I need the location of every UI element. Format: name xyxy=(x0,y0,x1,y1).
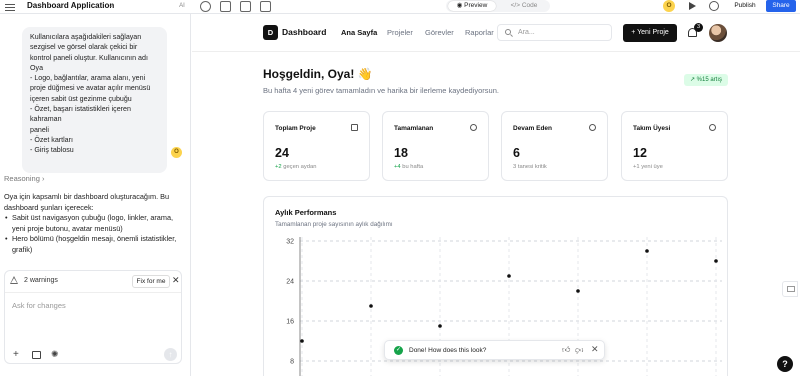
list-item: Hero bölümü (hoşgeldin mesajı, önemli is… xyxy=(4,234,186,255)
nav-link-tasks[interactable]: Görevler xyxy=(425,28,454,37)
fullscreen-icon[interactable] xyxy=(260,1,271,12)
tab-code[interactable]: </> Code xyxy=(504,1,544,11)
y-tick-label: 8 xyxy=(290,359,294,366)
share-button[interactable]: Share xyxy=(766,0,796,12)
nav-link-reports[interactable]: Raporlar xyxy=(465,28,494,37)
gear-icon[interactable] xyxy=(709,1,719,11)
stat-card-in-progress: Devam Eden 6 3 tanesi kritik xyxy=(501,111,608,181)
notification-badge: 3 xyxy=(694,23,703,32)
data-point[interactable] xyxy=(507,274,511,278)
code-icon: </> xyxy=(510,2,522,9)
folder-icon xyxy=(351,124,358,131)
fix-for-me-button[interactable]: Fix for me xyxy=(132,275,170,288)
trend-badge: ↗ %15 artış xyxy=(684,74,728,86)
list-item: Sabit üst navigasyon çubuğu (logo, linkl… xyxy=(4,213,186,234)
chart-subtitle: Tamamlanan proje sayısının aylık dağılım… xyxy=(275,221,393,228)
hero-subtitle: Bu hafta 4 yeni görev tamamladın ve hari… xyxy=(263,86,499,95)
tab-preview[interactable]: ◉ Preview xyxy=(448,1,496,11)
ai-badge: AI xyxy=(179,3,185,9)
reply-intro: Oya için kapsamlı bir dashboard oluştura… xyxy=(4,192,170,212)
logo-text[interactable]: Dashboard xyxy=(282,27,326,37)
data-point[interactable] xyxy=(300,339,304,343)
page-title: Hoşgeldin, Oya! 👋 xyxy=(263,67,373,81)
chevron-down-icon[interactable]: ⌄ xyxy=(108,1,114,9)
thumbs-down-icon[interactable]: 👍︎ xyxy=(575,345,583,355)
preview-pane: D Dashboard Ana Sayfa Projeler Görevler … xyxy=(192,14,800,376)
data-point[interactable] xyxy=(645,249,649,253)
y-tick-label: 16 xyxy=(286,319,294,326)
layout-icon[interactable] xyxy=(240,1,251,12)
close-icon[interactable]: ✕ xyxy=(591,344,599,355)
user-avatar[interactable]: O xyxy=(663,0,675,12)
feedback-toast: ✓ Done! How does this look? 👍︎ 👍︎ ✕ xyxy=(384,340,605,360)
close-icon[interactable]: ✕ xyxy=(172,275,180,286)
stat-card-total-projects: Toplam Proje 24 +2 geçen aydan xyxy=(263,111,370,181)
stat-card-completed: Tamamlanan 18 +4 bu hafta xyxy=(382,111,489,181)
chat-panel: Kullanıcılara aşağıdakileri sağlayan sez… xyxy=(0,14,191,376)
warnings-bar: 2 warnings Fix for me ✕ xyxy=(5,271,181,293)
reasoning-toggle[interactable]: Reasoning › xyxy=(4,174,44,183)
play-icon[interactable] xyxy=(689,2,696,10)
data-point[interactable] xyxy=(714,259,718,263)
send-button[interactable]: ↑ xyxy=(164,348,177,361)
toast-message: Done! How does this look? xyxy=(409,347,487,354)
publish-button[interactable]: Publish xyxy=(730,0,760,12)
data-point[interactable] xyxy=(438,324,442,328)
top-bar: Dashboard Application ⌄ AI ◉ Preview </>… xyxy=(0,0,800,14)
sparkle-icon[interactable]: ✺ xyxy=(51,349,59,360)
check-circle-icon xyxy=(470,124,477,131)
chart-title: Aylık Performans xyxy=(275,208,337,217)
app-title[interactable]: Dashboard Application xyxy=(27,1,114,10)
check-icon: ✓ xyxy=(394,346,403,355)
assistant-reply: Oya için kapsamlı bir dashboard oluştura… xyxy=(4,192,186,255)
y-tick-label: 32 xyxy=(286,239,294,246)
warnings-label[interactable]: 2 warnings xyxy=(24,277,58,284)
clock-icon xyxy=(589,124,596,131)
reply-list: Sabit üst navigasyon çubuğu (logo, linkl… xyxy=(4,213,186,255)
sidebar-toggle-icon[interactable] xyxy=(5,2,15,11)
mail-icon xyxy=(787,286,795,292)
window-icon[interactable] xyxy=(220,1,231,12)
y-tick-label: 24 xyxy=(286,279,294,286)
thumbs-up-icon[interactable]: 👍︎ xyxy=(562,345,570,355)
data-point[interactable] xyxy=(369,304,373,308)
chat-input[interactable]: Ask for changes xyxy=(12,301,66,310)
stat-card-team-members: Takım Üyesi 12 +1 yeni üye xyxy=(621,111,728,181)
plus-icon[interactable]: + xyxy=(13,350,19,360)
book-icon[interactable] xyxy=(32,351,41,359)
avatar[interactable] xyxy=(709,24,727,42)
side-panel-tab[interactable] xyxy=(782,281,798,297)
logo-mark[interactable]: D xyxy=(263,25,278,40)
message-avatar: O xyxy=(171,147,182,158)
nav-link-projects[interactable]: Projeler xyxy=(387,28,413,37)
users-icon xyxy=(709,124,716,131)
refresh-icon[interactable] xyxy=(200,1,211,12)
new-project-button[interactable]: + Yeni Proje xyxy=(623,24,677,42)
user-message: Kullanıcılara aşağıdakileri sağlayan sez… xyxy=(22,27,167,173)
data-point[interactable] xyxy=(576,289,580,293)
app-navbar: D Dashboard Ana Sayfa Projeler Görevler … xyxy=(192,14,800,52)
chat-composer: 2 warnings Fix for me ✕ Ask for changes … xyxy=(4,270,182,364)
search-input[interactable]: Ara... xyxy=(497,24,612,41)
nav-link-home[interactable]: Ana Sayfa xyxy=(341,28,377,37)
warning-icon xyxy=(10,276,18,284)
chevron-right-icon: › xyxy=(41,174,45,183)
help-button[interactable]: ? xyxy=(777,356,793,372)
